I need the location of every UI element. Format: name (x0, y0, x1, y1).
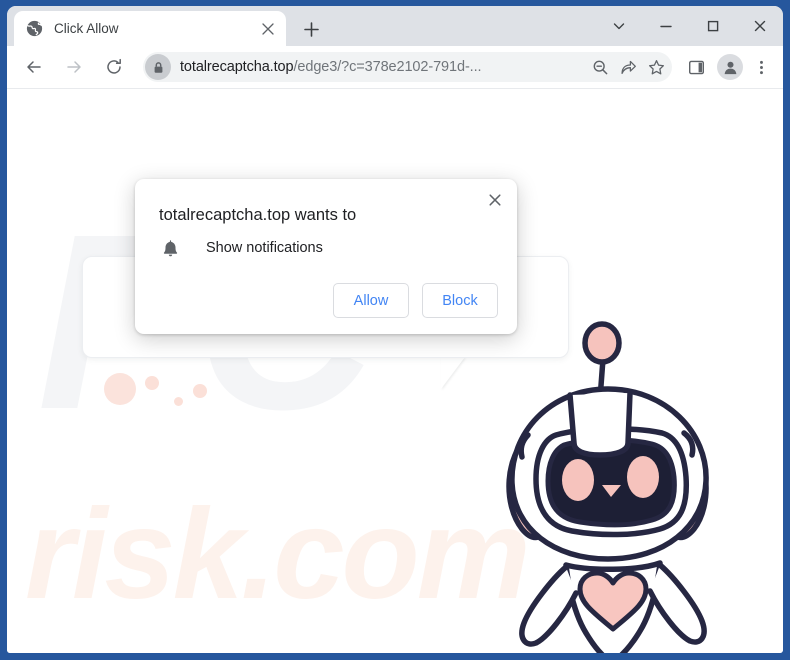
dialog-close-icon[interactable] (482, 187, 508, 213)
three-dot-menu-icon[interactable] (746, 52, 776, 82)
tab-search-chevron-down-icon[interactable] (595, 7, 642, 45)
address-bar[interactable]: totalrecaptcha.top/edge3/?c=378e2102-791… (143, 52, 672, 82)
profile-avatar[interactable] (717, 54, 743, 80)
browser-window-frame: Click Allow totalrecaptcha.top/edge3/?c=… (0, 0, 790, 660)
tab-strip: Click Allow (7, 6, 783, 46)
maximize-icon[interactable] (689, 7, 736, 45)
decorative-blob (145, 376, 159, 390)
dialog-actions: Allow Block (333, 283, 498, 318)
browser-window: Click Allow totalrecaptcha.top/edge3/?c=… (7, 6, 783, 653)
decorative-blob (193, 384, 207, 398)
browser-toolbar: totalrecaptcha.top/edge3/?c=378e2102-791… (7, 46, 783, 89)
back-button[interactable] (19, 52, 49, 82)
dialog-permission-label: Show notifications (206, 240, 323, 256)
decorative-blob (104, 373, 136, 405)
side-panel-icon[interactable] (681, 52, 711, 82)
watermark-bottom-text: risk.com (25, 483, 530, 626)
reload-button[interactable] (99, 52, 129, 82)
robot-mascot (488, 317, 738, 653)
card-speech-tail (441, 357, 465, 389)
page-viewport: PC risk.com Cl ! (7, 89, 783, 653)
zoom-out-icon[interactable] (586, 53, 614, 81)
browser-tab-click-allow[interactable]: Click Allow (14, 11, 286, 46)
forward-button[interactable] (59, 52, 89, 82)
tab-close-button[interactable] (258, 19, 278, 39)
url-domain: totalrecaptcha.top (180, 59, 294, 75)
allow-button[interactable]: Allow (333, 283, 409, 318)
url-text: totalrecaptcha.top/edge3/?c=378e2102-791… (180, 59, 586, 75)
decorative-blob (174, 397, 183, 406)
block-button[interactable]: Block (422, 283, 498, 318)
dialog-title: totalrecaptcha.top wants to (159, 206, 357, 224)
star-icon[interactable] (642, 53, 670, 81)
close-icon[interactable] (736, 7, 783, 45)
new-tab-button[interactable] (298, 16, 324, 42)
lock-icon[interactable] (145, 54, 171, 80)
window-controls (595, 6, 783, 46)
globe-icon (26, 20, 43, 37)
minimize-icon[interactable] (642, 7, 689, 45)
url-path: /edge3/?c=378e2102-791d-... (293, 59, 482, 75)
share-icon[interactable] (614, 53, 642, 81)
dialog-permission-row: Show notifications (159, 237, 323, 259)
tab-title: Click Allow (54, 21, 119, 36)
notification-permission-dialog: totalrecaptcha.top wants to Show notific… (135, 179, 517, 334)
bell-icon (159, 237, 181, 259)
